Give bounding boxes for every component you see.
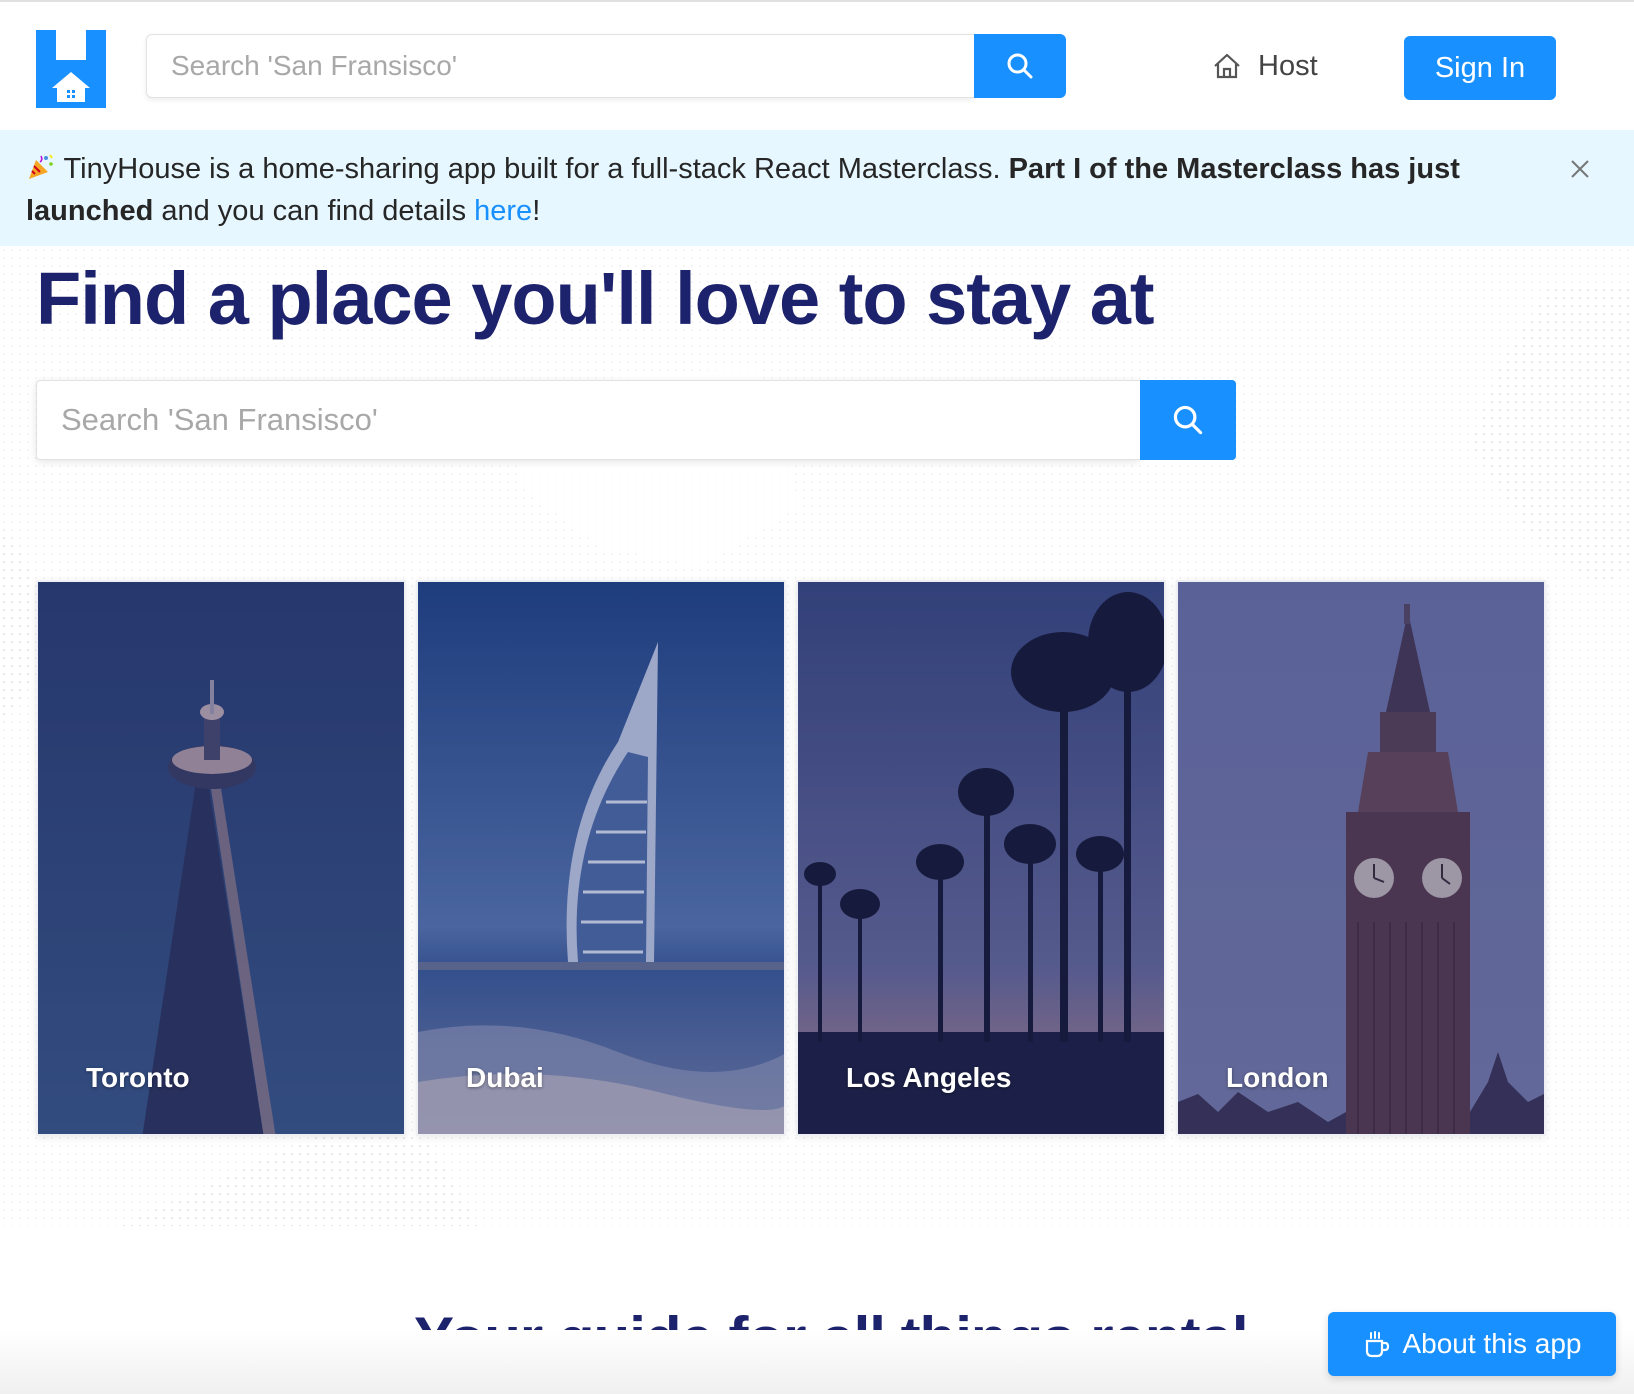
city-label: London (1226, 1062, 1329, 1093)
banner-text-end: ! (532, 195, 541, 227)
city-card-dubai[interactable]: Dubai (416, 580, 786, 1136)
about-app-label: About this app (1402, 1328, 1582, 1359)
banner-here-link[interactable]: here (474, 195, 532, 227)
banner-message: TinyHouse is a home-sharing app built fo… (26, 148, 1486, 232)
city-label: Dubai (466, 1062, 544, 1093)
banner-text-part2: and you can find details (153, 195, 475, 227)
sign-in-button[interactable]: Sign In (1404, 36, 1556, 100)
host-label: Host (1258, 49, 1318, 82)
header-search (146, 34, 1066, 98)
close-icon[interactable] (1568, 157, 1592, 181)
hero-search-button[interactable] (1140, 380, 1236, 460)
card-overlay (38, 582, 404, 1134)
notice-banner: TinyHouse is a home-sharing app built fo… (0, 130, 1634, 246)
card-overlay (798, 582, 1164, 1134)
tinyhouse-logo-icon[interactable] (36, 30, 106, 108)
card-overlay (418, 582, 784, 1134)
hero-search-input[interactable] (36, 380, 1140, 460)
card-overlay (1178, 582, 1544, 1134)
header-search-input[interactable] (146, 34, 974, 98)
header-search-button[interactable] (974, 34, 1066, 98)
search-icon (1007, 53, 1033, 79)
home-icon (1214, 53, 1240, 79)
search-icon (1173, 405, 1203, 435)
banner-text-part1: TinyHouse is a home-sharing app built fo… (63, 153, 1009, 185)
city-card-toronto[interactable]: Toronto (36, 580, 406, 1136)
city-card-los-angeles[interactable]: Los Angeles (796, 580, 1166, 1136)
city-label: Los Angeles (846, 1062, 1012, 1093)
about-app-button[interactable]: About this app (1328, 1312, 1616, 1376)
hero-section: Find a place you'll love to stay at Sear… (0, 246, 1634, 1394)
host-link[interactable]: Host (1212, 46, 1318, 86)
app-header: Host Sign In (0, 2, 1634, 130)
party-popper-icon (29, 154, 53, 179)
city-cards: Toronto Dubai Los Angeles London (36, 580, 1600, 1140)
city-card-london[interactable]: London (1176, 580, 1546, 1136)
hero-title: Find a place you'll love to stay at (36, 257, 1155, 340)
hero-search (36, 380, 1236, 460)
city-label: Toronto (86, 1062, 190, 1093)
coffee-cup-icon (1366, 1331, 1390, 1358)
